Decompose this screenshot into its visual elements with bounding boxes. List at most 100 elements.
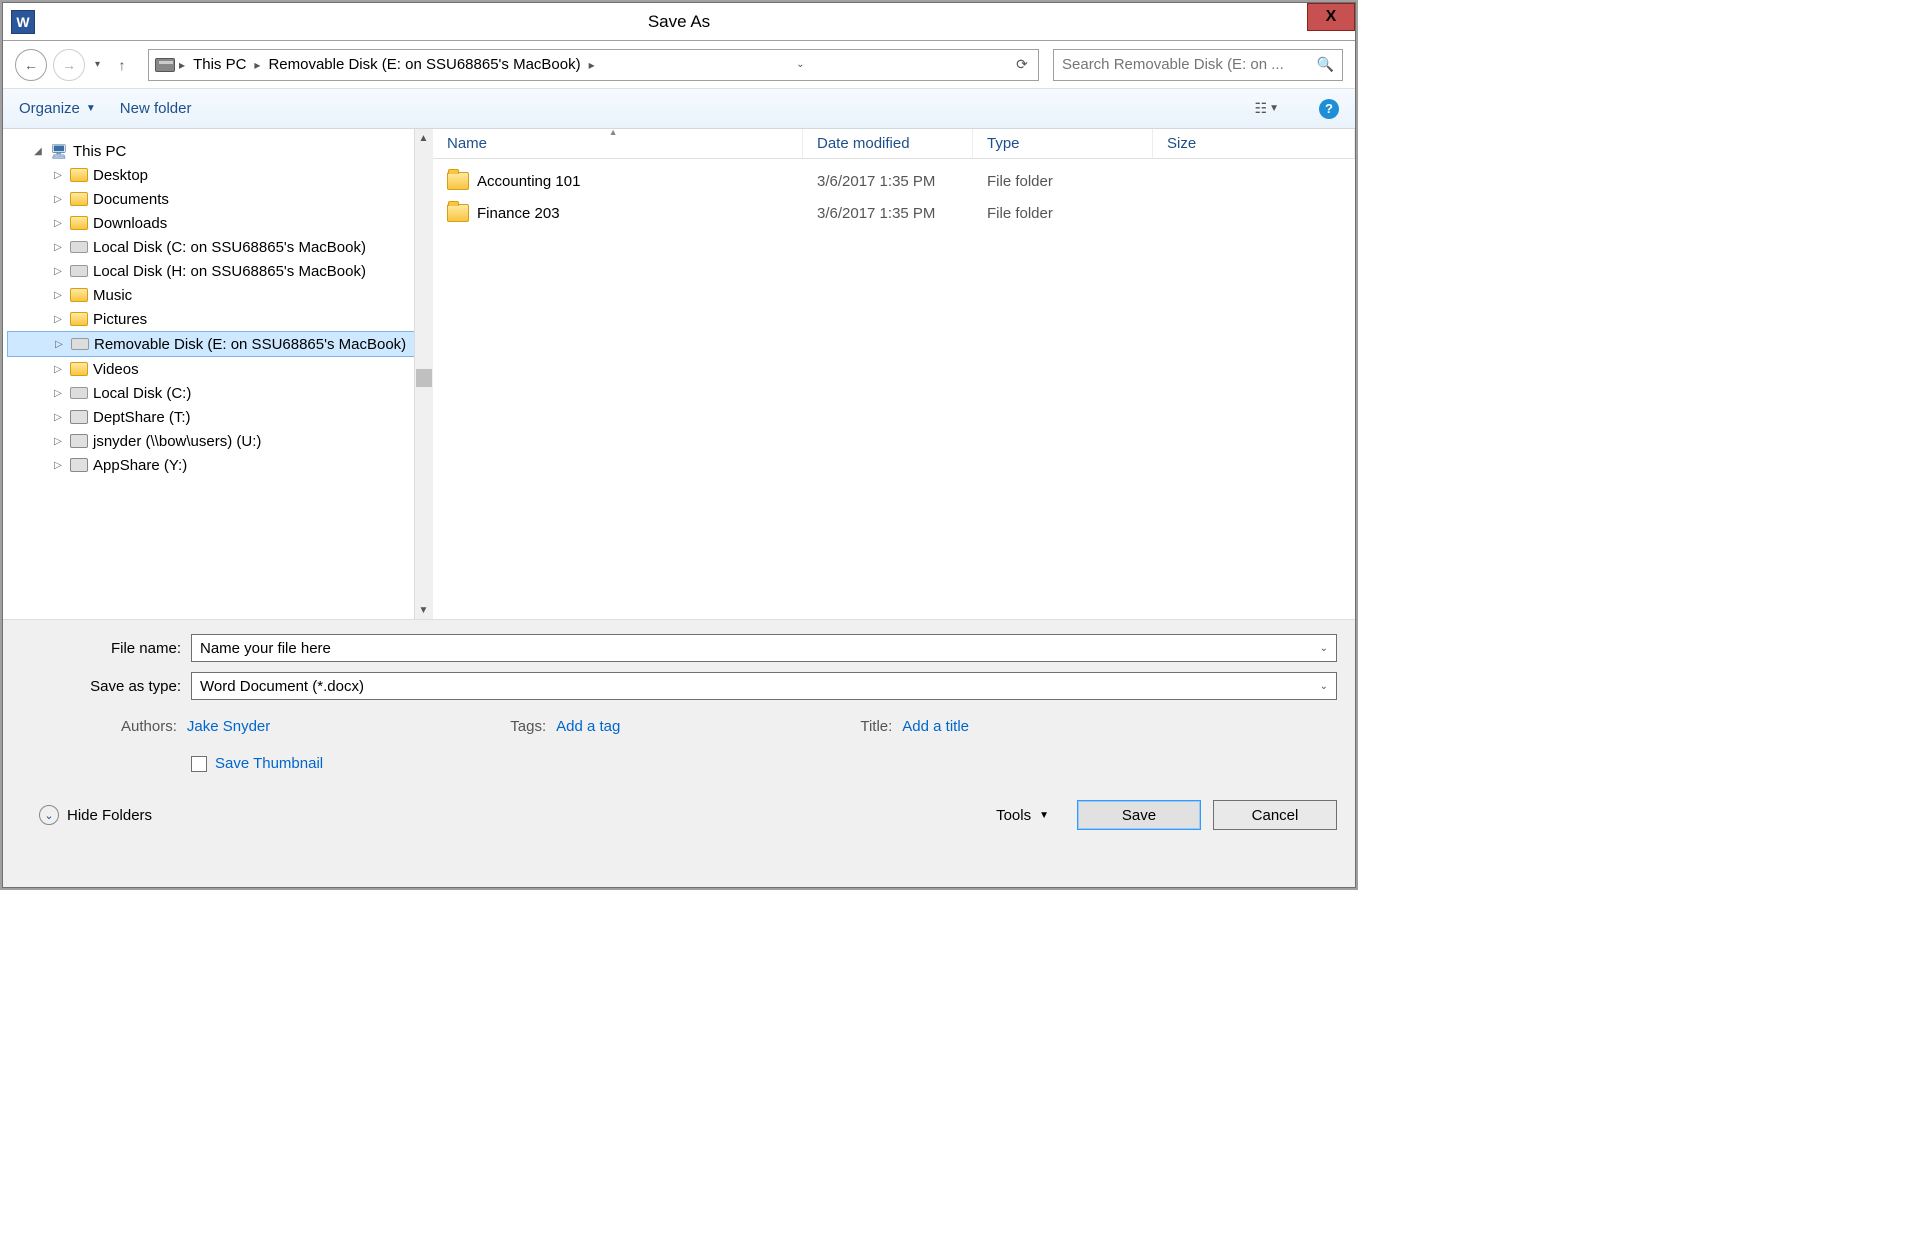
title-field: Title: Add a title (860, 718, 969, 735)
tags-field: Tags: Add a tag (510, 718, 620, 735)
expand-icon[interactable]: ▷ (51, 218, 65, 229)
expand-icon[interactable]: ▷ (51, 412, 65, 423)
folder-icon (447, 172, 469, 190)
scroll-down-icon[interactable]: ▼ (415, 601, 432, 619)
organize-button[interactable]: Organize ▼ (19, 100, 96, 117)
expand-icon[interactable]: ▷ (51, 242, 65, 253)
tree-item[interactable]: ▷Downloads (7, 211, 428, 235)
back-button[interactable]: ← (15, 49, 47, 81)
navigation-tree[interactable]: ◢ 🖥 This PC ▷Desktop▷Documents▷Downloads… (3, 129, 433, 619)
file-row[interactable]: Finance 2033/6/2017 1:35 PMFile folder (433, 197, 1355, 229)
chevron-down-icon[interactable]: ⌄ (1312, 643, 1328, 654)
close-button[interactable]: X (1307, 3, 1355, 31)
save-button[interactable]: Save (1077, 800, 1201, 830)
column-name[interactable]: Name ▲ (433, 129, 803, 158)
tree-item[interactable]: ▷Local Disk (H: on SSU68865's MacBook) (7, 259, 428, 283)
file-name: Finance 203 (477, 205, 560, 222)
expand-icon[interactable]: ▷ (51, 460, 65, 471)
expand-icon[interactable]: ▷ (52, 339, 66, 350)
scroll-up-icon[interactable]: ▲ (415, 129, 432, 147)
expand-icon[interactable]: ▷ (51, 290, 65, 301)
expand-icon[interactable]: ▷ (51, 266, 65, 277)
folder-icon (69, 166, 89, 184)
hide-folders-button[interactable]: ⌄ Hide Folders (39, 805, 152, 825)
column-size[interactable]: Size (1153, 129, 1355, 158)
file-date: 3/6/2017 1:35 PM (803, 173, 973, 190)
expand-icon[interactable]: ▷ (51, 194, 65, 205)
tree-label: Removable Disk (E: on SSU68865's MacBook… (94, 336, 406, 353)
folder-icon (69, 214, 89, 232)
tree-item[interactable]: ▷DeptShare (T:) (7, 405, 428, 429)
authors-value[interactable]: Jake Snyder (187, 718, 270, 735)
search-box[interactable]: 🔍 (1053, 49, 1343, 81)
main-area: ◢ 🖥 This PC ▷Desktop▷Documents▷Downloads… (3, 129, 1355, 619)
tree-item[interactable]: ▷Documents (7, 187, 428, 211)
expand-icon[interactable]: ▷ (51, 364, 65, 375)
expand-icon[interactable]: ▷ (51, 170, 65, 181)
file-type: File folder (973, 173, 1153, 190)
tags-value[interactable]: Add a tag (556, 718, 620, 735)
tree-item[interactable]: ▷Pictures (7, 307, 428, 331)
tree-label: This PC (73, 143, 126, 160)
search-icon: 🔍 (1317, 56, 1334, 73)
refresh-button[interactable]: ⟳ (1012, 55, 1032, 75)
up-button[interactable]: ↑ (110, 53, 134, 77)
chevron-down-icon: ▼ (1269, 103, 1279, 114)
tree-item[interactable]: ▷Videos (7, 357, 428, 381)
breadcrumb-item[interactable]: This PC (189, 56, 250, 73)
disk-icon (70, 335, 90, 353)
tree-item[interactable]: ▷Local Disk (C: on SSU68865's MacBook) (7, 235, 428, 259)
column-headers: Name ▲ Date modified Type Size (433, 129, 1355, 159)
tree-item[interactable]: ▷ Removable Disk (E: on SSU68865's MacBoo… (7, 331, 428, 357)
scroll-thumb[interactable] (416, 369, 432, 387)
column-type[interactable]: Type (973, 129, 1153, 158)
collapse-pane-icon: ⌄ (39, 805, 59, 825)
column-date[interactable]: Date modified (803, 129, 973, 158)
tree-scrollbar[interactable]: ▲ ▼ (414, 129, 432, 619)
recent-locations-dropdown[interactable]: ▾ (91, 59, 104, 70)
breadcrumb-sep-icon: ▸ (254, 58, 260, 72)
organize-label: Organize (19, 100, 80, 117)
chevron-down-icon[interactable]: ⌄ (1312, 681, 1328, 692)
tree-item[interactable]: ▷Desktop (7, 163, 428, 187)
save-thumbnail-checkbox[interactable] (191, 756, 207, 772)
save-thumbnail-row: Save Thumbnail (21, 743, 1337, 772)
tools-dropdown[interactable]: Tools ▼ (996, 807, 1049, 824)
title-value[interactable]: Add a title (902, 718, 969, 735)
expand-icon[interactable]: ▷ (51, 314, 65, 325)
view-options-button[interactable]: ☷ ▼ (1255, 100, 1279, 117)
address-bar[interactable]: ▸ This PC ▸ Removable Disk (E: on SSU688… (148, 49, 1039, 81)
chevron-down-icon: ▼ (86, 103, 96, 114)
metadata-row: Authors: Jake Snyder Tags: Add a tag Tit… (21, 710, 1337, 743)
filename-combo[interactable]: ⌄ (191, 634, 1337, 662)
expand-icon[interactable]: ▷ (51, 388, 65, 399)
tree-item[interactable]: ▷AppShare (Y:) (7, 453, 428, 477)
view-icon: ☷ (1255, 100, 1266, 117)
folder-icon (69, 310, 89, 328)
file-row[interactable]: Accounting 1013/6/2017 1:35 PMFile folde… (433, 165, 1355, 197)
new-folder-button[interactable]: New folder (120, 100, 192, 117)
expand-icon[interactable]: ▷ (51, 436, 65, 447)
disk-icon (69, 384, 89, 402)
cancel-button[interactable]: Cancel (1213, 800, 1337, 830)
address-dropdown-icon[interactable]: ⌄ (796, 59, 804, 70)
tree-label: jsnyder (\\bow\users) (U:) (93, 433, 261, 450)
tree-item[interactable]: ▷ jsnyder (\\bow\users) (U:) (7, 429, 428, 453)
save-thumbnail-label: Save Thumbnail (215, 755, 323, 772)
authors-field: Authors: Jake Snyder (121, 718, 270, 735)
title-bar: W Save As X (3, 3, 1355, 41)
disk-icon (69, 262, 89, 280)
folder-icon (69, 190, 89, 208)
breadcrumb-item[interactable]: Removable Disk (E: on SSU68865's MacBook… (264, 56, 584, 73)
dialog-bottom: File name: ⌄ Save as type: Word Document… (3, 619, 1355, 848)
saveastype-combo[interactable]: Word Document (*.docx) ⌄ (191, 672, 1337, 700)
breadcrumb-sep-icon: ▸ (589, 58, 595, 72)
filename-input[interactable] (200, 640, 1312, 657)
tree-item[interactable]: ▷Music (7, 283, 428, 307)
help-button[interactable]: ? (1319, 99, 1339, 119)
collapse-icon[interactable]: ◢ (31, 146, 45, 157)
tree-item-this-pc[interactable]: ◢ 🖥 This PC (7, 139, 428, 163)
search-input[interactable] (1062, 56, 1317, 73)
forward-button[interactable]: → (53, 49, 85, 81)
tree-item[interactable]: ▷Local Disk (C:) (7, 381, 428, 405)
